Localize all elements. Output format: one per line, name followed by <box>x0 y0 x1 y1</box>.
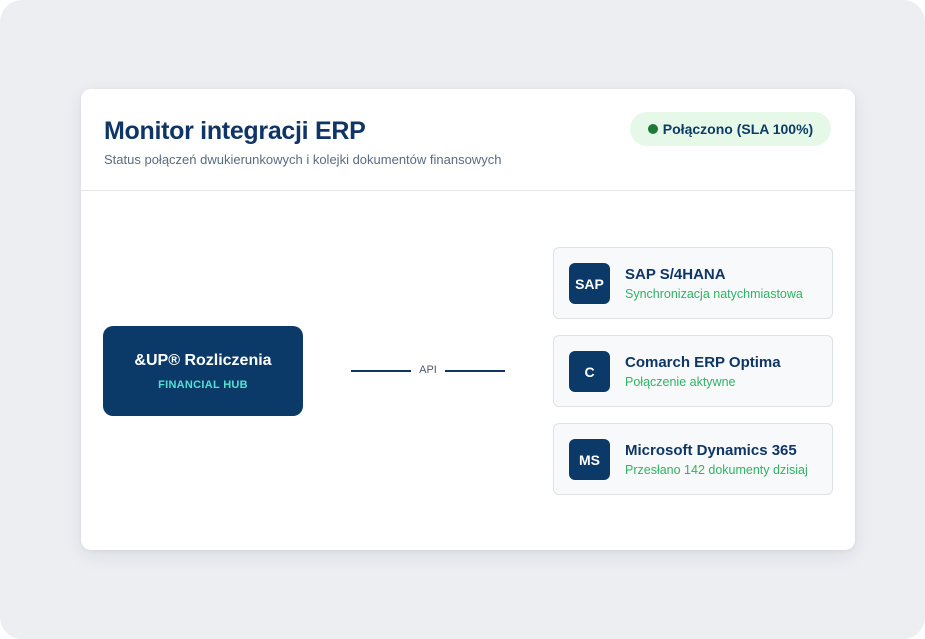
status-dot-icon <box>647 124 658 134</box>
connection-status-label: Połączono (SLA 100%) <box>662 121 814 137</box>
card-header: Monitor integracji ERP Status połączeń d… <box>81 89 855 191</box>
erp-status: Synchronizacja natychmiastowa <box>625 287 803 301</box>
erp-name: Comarch ERP Optima <box>625 354 781 371</box>
api-connector: API <box>351 361 505 381</box>
page-subtitle: Status połączeń dwukierunkowych i kolejk… <box>104 152 502 167</box>
connector-label: API <box>419 364 437 376</box>
page-background: Monitor integracji ERP Status połączeń d… <box>0 0 925 639</box>
erp-status: Przesłano 142 dokumenty dzisiaj <box>625 463 808 477</box>
erp-card-sap[interactable]: SAP SAP S/4HANA Synchronizacja natychmia… <box>553 247 833 319</box>
sap-logo-icon: SAP <box>569 263 610 304</box>
hub-title: &UP® Rozliczenia <box>134 351 272 369</box>
connector-line-left <box>351 370 411 372</box>
connector-line-right <box>445 370 505 372</box>
erp-name: SAP S/4HANA <box>625 266 726 283</box>
microsoft-logo-icon: MS <box>569 439 610 480</box>
page-title: Monitor integracji ERP <box>104 117 366 145</box>
erp-status: Połączenie aktywne <box>625 375 736 389</box>
erp-card-comarch[interactable]: C Comarch ERP Optima Połączenie aktywne <box>553 335 833 407</box>
comarch-logo-icon: C <box>569 351 610 392</box>
connection-status-badge: Połączono (SLA 100%) <box>630 112 831 146</box>
hub-subtitle: FINANCIAL HUB <box>158 378 248 391</box>
financial-hub-node[interactable]: &UP® Rozliczenia FINANCIAL HUB <box>103 326 303 416</box>
erp-name: Microsoft Dynamics 365 <box>625 442 797 459</box>
erp-card-microsoft-dynamics[interactable]: MS Microsoft Dynamics 365 Przesłano 142 … <box>553 423 833 495</box>
integration-monitor-card: Monitor integracji ERP Status połączeń d… <box>81 89 855 550</box>
